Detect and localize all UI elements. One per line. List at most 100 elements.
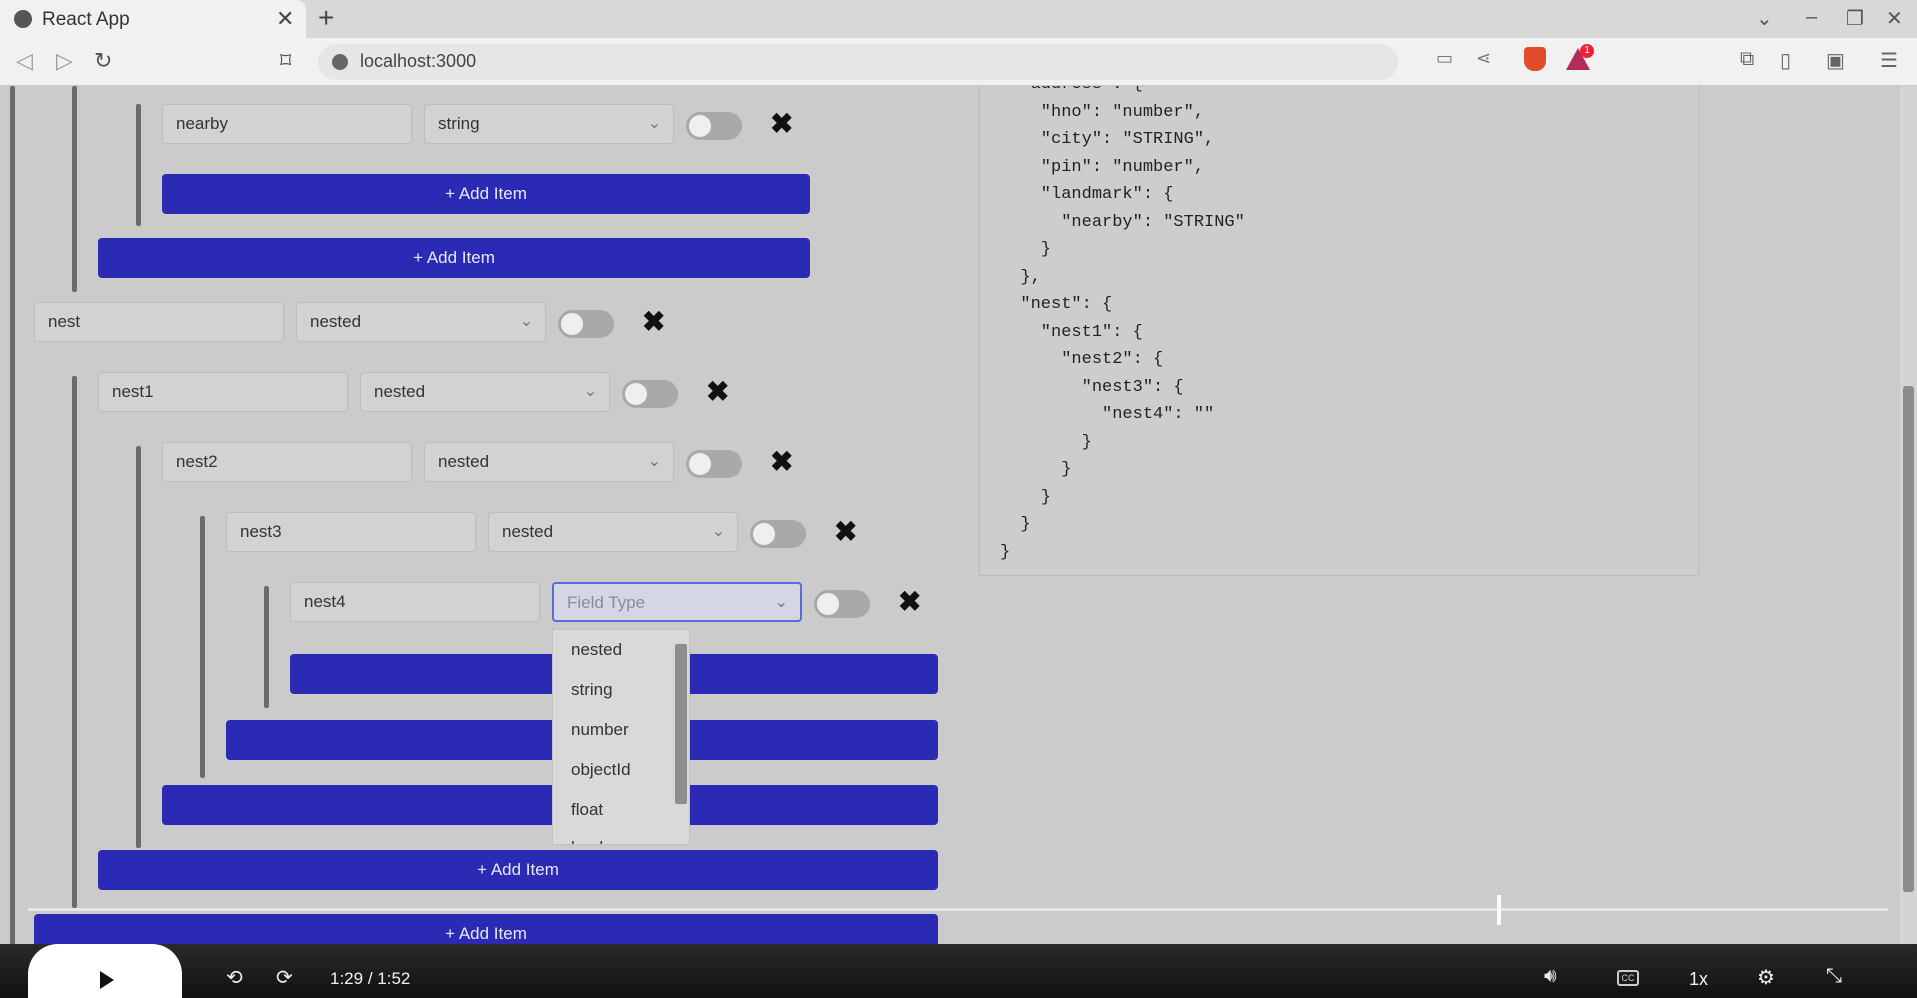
json-line: "hno": "number", (1000, 102, 1205, 122)
forward-icon[interactable]: ▷ (56, 48, 73, 74)
add-item-button[interactable]: + Add Item (98, 238, 810, 278)
chevron-down-icon: ⌄ (583, 383, 597, 400)
restore-icon[interactable]: ❐ (1846, 6, 1864, 31)
menu-icon[interactable]: ☰ (1880, 48, 1898, 73)
json-line: "nearby": "STRING" (1000, 212, 1245, 232)
field-name-input[interactable]: nearby (162, 104, 412, 144)
screen: React App ✕ + ⌄ – ❐ ✕ ◁ ▷ ↻ ⌑ localhost:… (0, 0, 1917, 998)
required-toggle[interactable] (558, 310, 614, 338)
delete-field-icon[interactable]: ✖ (898, 588, 921, 616)
url-text: localhost:3000 (360, 51, 477, 71)
dropdown-option[interactable]: float (571, 800, 603, 820)
required-toggle[interactable] (686, 450, 742, 478)
video-time: 1:29 / 1:52 (330, 969, 410, 989)
rewards-badge: 1 (1580, 44, 1594, 58)
field-name-input[interactable]: nest1 (98, 372, 348, 412)
nesting-bar (136, 104, 141, 226)
delete-field-icon[interactable]: ✖ (770, 110, 793, 138)
field-type-dropdown[interactable]: nested string number objectId float bool… (552, 629, 690, 845)
nesting-bar (136, 446, 141, 848)
nesting-bar (264, 586, 269, 708)
delete-field-icon[interactable]: ✖ (642, 308, 665, 336)
brave-shields-icon[interactable] (1524, 47, 1546, 71)
field-name-input[interactable]: nest (34, 302, 284, 342)
field-type-select[interactable]: nested ⌄ (296, 302, 546, 342)
toggle-knob (561, 313, 583, 335)
json-line: "nest3": { (1000, 377, 1184, 397)
volume-icon[interactable]: 🔊︎ (1544, 965, 1557, 988)
page-content: nearby string ⌄ ✖ + Add Item + Add Item … (0, 86, 1917, 998)
json-line: } (1000, 432, 1092, 452)
bookmark-icon[interactable]: ⌑ (280, 48, 291, 74)
duration: / 1:52 (367, 969, 411, 988)
tab-search-icon[interactable]: ⌄ (1756, 6, 1773, 31)
field-name-input[interactable]: nest2 (162, 442, 412, 482)
browser-tabbar: React App ✕ + ⌄ – ❐ ✕ (0, 0, 1917, 38)
field-type-value: string (438, 114, 480, 133)
field-type-select[interactable]: nested ⌄ (360, 372, 610, 412)
dropdown-option[interactable]: string (571, 680, 613, 700)
field-name-input[interactable]: nest4 (290, 582, 540, 622)
add-item-button[interactable]: + Add Item (98, 850, 938, 890)
nesting-bar (72, 86, 77, 292)
field-type-select[interactable]: string ⌄ (424, 104, 674, 144)
delete-field-icon[interactable]: ✖ (706, 378, 729, 406)
field-type-select[interactable]: Field Type ⌄ (552, 582, 802, 622)
new-tab-button[interactable]: + (318, 2, 334, 34)
delete-field-icon[interactable]: ✖ (770, 448, 793, 476)
required-toggle[interactable] (622, 380, 678, 408)
required-toggle[interactable] (750, 520, 806, 548)
chevron-down-icon: ⌄ (711, 523, 725, 540)
globe-icon (14, 10, 32, 28)
settings-gear-icon[interactable]: ⚙ (1757, 965, 1775, 990)
wallet-icon[interactable]: ▣ (1826, 48, 1845, 73)
dropdown-option[interactable]: nested (571, 640, 622, 660)
json-line: "nest2": { (1000, 350, 1164, 369)
field-type-select[interactable]: nested ⌄ (488, 512, 738, 552)
dropdown-option[interactable]: objectId (571, 760, 631, 780)
json-line: } (1000, 515, 1031, 534)
field-type-placeholder: Field Type (567, 593, 646, 612)
video-seek-handle[interactable] (1497, 895, 1502, 925)
cast-icon[interactable]: ▭ (1436, 48, 1453, 69)
add-item-button[interactable] (162, 785, 938, 825)
required-toggle[interactable] (686, 112, 742, 140)
nesting-bar (72, 376, 77, 908)
extensions-icon[interactable]: ⧉ (1740, 48, 1754, 71)
video-seek-bar[interactable] (28, 908, 1888, 911)
json-line: } (1000, 542, 1011, 562)
playback-speed[interactable]: 1x (1689, 969, 1708, 990)
current-time: 1:29 (330, 969, 364, 988)
sidebar-icon[interactable]: ▯ (1780, 48, 1791, 73)
browser-toolbar: ◁ ▷ ↻ ⌑ localhost:3000 ▭ ⋖ 1 ⧉ ▯ ▣ ☰ (0, 38, 1917, 86)
forward-10-icon[interactable]: ⟳ (276, 965, 293, 990)
site-info-icon[interactable] (332, 54, 348, 70)
reload-icon[interactable]: ↻ (94, 48, 112, 74)
json-line: "pin": "number", (1000, 157, 1205, 177)
field-type-select[interactable]: nested ⌄ (424, 442, 674, 482)
field-type-value: nested (502, 522, 554, 541)
nesting-bar (200, 516, 205, 778)
dropdown-option[interactable]: number (571, 720, 629, 740)
minimize-icon[interactable]: – (1806, 6, 1817, 29)
play-icon (100, 971, 114, 989)
dropdown-option[interactable]: boolean (571, 838, 632, 844)
json-line: "nest4": "" (1000, 405, 1215, 424)
browser-tab[interactable]: React App ✕ (0, 0, 306, 38)
field-name-input[interactable]: nest3 (226, 512, 476, 552)
delete-field-icon[interactable]: ✖ (834, 518, 857, 546)
rewind-10-icon[interactable]: ⟲ (226, 965, 243, 990)
address-bar[interactable]: localhost:3000 (318, 44, 1398, 80)
tab-close-button[interactable]: ✕ (276, 6, 294, 32)
share-icon[interactable]: ⋖ (1476, 48, 1491, 69)
page-scrollbar-thumb[interactable] (1903, 386, 1914, 892)
fullscreen-icon[interactable]: ⤡ (1826, 965, 1842, 988)
json-line: "nest1": { (1000, 322, 1143, 342)
back-icon[interactable]: ◁ (16, 48, 33, 74)
close-window-icon[interactable]: ✕ (1886, 6, 1903, 31)
add-item-button[interactable]: + Add Item (162, 174, 810, 214)
required-toggle[interactable] (814, 590, 870, 618)
dropdown-scrollbar[interactable] (675, 644, 687, 804)
chevron-down-icon: ⌄ (647, 453, 661, 470)
captions-icon[interactable]: CC (1617, 970, 1639, 986)
